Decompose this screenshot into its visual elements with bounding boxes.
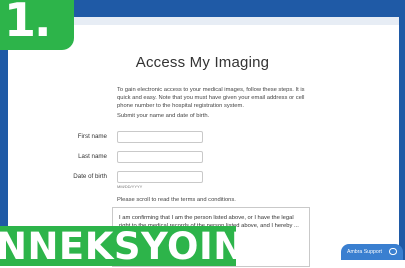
page-title: Access My Imaging <box>135 54 270 71</box>
intro-text: To gain electronic access to your medica… <box>117 87 305 109</box>
banner-text: NNEKSYOIN <box>0 225 245 268</box>
support-button[interactable]: Ambra Support <box>341 244 403 260</box>
dob-field[interactable] <box>117 171 203 183</box>
last-name-label: Last name <box>78 153 107 160</box>
submit-instruction: Submit your name and date of birth. <box>117 113 210 119</box>
terms-scroll-note: Please scroll to read the terms and cond… <box>117 197 236 203</box>
first-name-label: First name <box>77 133 107 140</box>
last-name-field[interactable] <box>117 151 203 163</box>
dob-label: Date of birth <box>73 173 107 180</box>
step-badge: 1. <box>0 0 74 50</box>
first-name-field[interactable] <box>117 131 203 143</box>
support-label: Ambra Support <box>347 249 382 255</box>
step-number: 1. <box>4 0 52 47</box>
chat-icon <box>389 248 397 255</box>
dob-format-hint: MM/DD/YYYY <box>117 184 143 189</box>
overlay-banner: NNEKSYOIN <box>0 226 244 267</box>
